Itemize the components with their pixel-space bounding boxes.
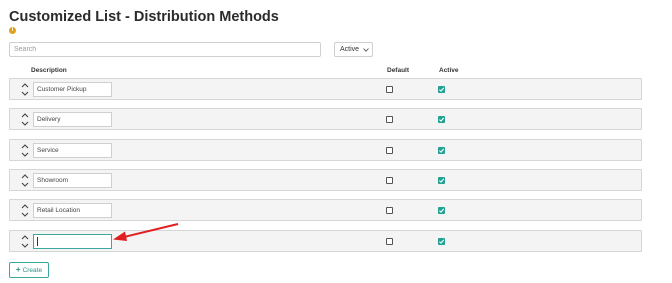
- create-button-label: Create: [22, 266, 43, 274]
- checkmark-icon: [439, 178, 445, 183]
- search-input[interactable]: [9, 42, 321, 57]
- list-row: [9, 139, 642, 161]
- status-filter-dropdown[interactable]: Active: [334, 42, 373, 57]
- default-checkbox[interactable]: [386, 86, 393, 93]
- description-field[interactable]: [33, 112, 112, 127]
- active-checkbox[interactable]: [438, 238, 445, 245]
- reorder-handle-icon[interactable]: [21, 143, 29, 158]
- reorder-handle-icon[interactable]: [21, 112, 29, 127]
- reorder-handle-icon[interactable]: [21, 234, 29, 249]
- description-field[interactable]: [33, 82, 112, 97]
- default-checkbox[interactable]: [386, 147, 393, 154]
- reorder-handle-icon[interactable]: [21, 203, 29, 218]
- list-row: [9, 199, 642, 221]
- description-field[interactable]: [33, 173, 112, 188]
- active-checkbox[interactable]: [438, 116, 445, 123]
- page-title: Customized List - Distribution Methods: [9, 9, 279, 25]
- default-checkbox[interactable]: [386, 207, 393, 214]
- list-row: [9, 108, 642, 130]
- column-header-active: Active: [439, 67, 459, 74]
- chevron-down-icon: [363, 47, 369, 52]
- active-checkbox[interactable]: [438, 147, 445, 154]
- checkmark-icon: [439, 117, 445, 122]
- active-checkbox[interactable]: [438, 86, 445, 93]
- default-checkbox[interactable]: [386, 238, 393, 245]
- active-checkbox[interactable]: [438, 207, 445, 214]
- create-button[interactable]: + Create: [9, 262, 49, 278]
- description-field[interactable]: [33, 143, 112, 158]
- checkmark-icon: [439, 208, 445, 213]
- column-header-description: Description: [31, 67, 67, 74]
- new-description-field[interactable]: [33, 234, 112, 249]
- checkmark-icon: [439, 87, 445, 92]
- reorder-handle-icon[interactable]: [21, 173, 29, 188]
- list-row: [9, 169, 642, 191]
- text-cursor: [37, 237, 38, 246]
- description-field[interactable]: [33, 203, 112, 218]
- default-checkbox[interactable]: [386, 116, 393, 123]
- reorder-handle-icon[interactable]: [21, 82, 29, 97]
- info-icon[interactable]: i: [9, 27, 16, 34]
- checkmark-icon: [439, 239, 445, 244]
- default-checkbox[interactable]: [386, 177, 393, 184]
- plus-icon: +: [15, 265, 21, 274]
- new-list-row: [9, 230, 642, 252]
- annotation-arrow-icon: [113, 223, 179, 241]
- active-checkbox[interactable]: [438, 177, 445, 184]
- status-filter-value: Active: [340, 46, 360, 53]
- list-row: [9, 78, 642, 100]
- checkmark-icon: [439, 148, 445, 153]
- column-header-default: Default: [387, 67, 410, 74]
